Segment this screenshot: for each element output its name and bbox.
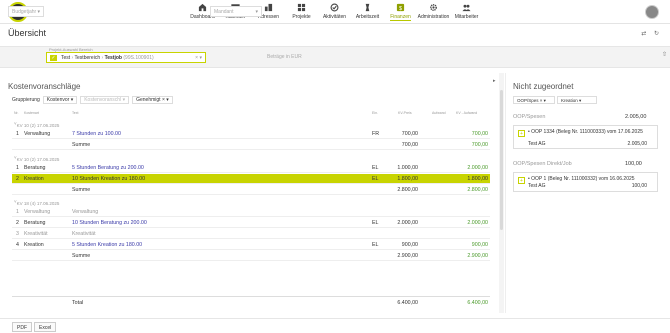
pin-icon[interactable]: ⇧ — [662, 51, 667, 58]
top-navigation: T Dashboard Kalender Adressen Projekte A… — [0, 0, 670, 24]
chevron-down-icon: ▾ — [255, 9, 258, 15]
unassigned-title: Nicht zugeordnet — [513, 82, 574, 91]
kv-select[interactable]: Kostenvoranschl ▾ — [80, 95, 130, 104]
currency-note: Beträge in EUR — [267, 54, 302, 60]
chevron-down-icon: ▾ — [37, 9, 40, 15]
table-row[interactable]: 3 Kreativität Kreativität — [12, 229, 490, 239]
checkbox[interactable]: + — [518, 177, 525, 184]
table-row[interactable]: 1 Beratung 5 Stunden Beratung zu 200.00 … — [12, 163, 490, 173]
item-title: • OOP 1334 (Beleg Nr. 111000333) vom 17.… — [528, 129, 643, 135]
oop-direct-section-header: OOP/Spesen Direkt/Job 100,00 — [513, 161, 642, 167]
cost-type-select[interactable]: OOP/Spes × ▾ — [513, 96, 555, 104]
total-row: Total 6.400,00 6.400,00 — [72, 300, 488, 306]
nav-projekte[interactable]: Projekte — [285, 2, 318, 23]
grouping-bar: Gruppierung Kostenvor ▾ Kostenvoranschl … — [12, 95, 173, 104]
scrollbar-thumb[interactable] — [500, 90, 503, 230]
clear-chevron-icon[interactable]: × ▾ — [195, 55, 202, 61]
table-row[interactable]: 1 Verwaltung 7 Stunden zu 100.00 FR 700,… — [12, 129, 490, 139]
collapse-arrow-icon[interactable]: ▸ — [493, 78, 496, 84]
oop-section-header: OOP/Spesen 2.005,00 — [513, 114, 647, 120]
pdf-button[interactable]: PDF — [12, 322, 32, 332]
total-divider — [12, 296, 490, 297]
address-icon — [264, 3, 273, 12]
employees-icon — [462, 4, 471, 12]
nav-arbeitszeit[interactable]: Arbeitszeit — [351, 2, 384, 23]
activities-icon — [330, 3, 339, 12]
group-header[interactable]: ˅ KV 10 (2) 17.06.2025 — [12, 153, 490, 163]
table-row[interactable]: 4 Kreation 5 Stunden Kreation zu 180.00 … — [12, 240, 490, 250]
project-select[interactable]: ✓ Test › Testbereich › Testjob (99S.1009… — [46, 52, 206, 63]
excel-button[interactable]: Excel — [34, 322, 57, 332]
kv-panel-title: Kostenvoranschläge — [8, 82, 81, 91]
page-actions[interactable]: ⇄ ↻ — [641, 30, 662, 37]
table-row[interactable]: 2 Beratung 10 Stunden Beratung zu 200.00… — [12, 218, 490, 228]
check-icon: ✓ — [50, 55, 57, 61]
group-header[interactable]: ˅ KV 18 (4) 17.06.2025 — [12, 197, 490, 207]
unassigned-panel — [505, 73, 663, 313]
user-avatar[interactable] — [645, 5, 659, 19]
status-select[interactable]: Genehmigt × ▾ — [132, 95, 173, 104]
summe-row: Summe 700,00 700,00 — [12, 140, 490, 150]
svg-text:$: $ — [399, 6, 402, 12]
worktime-icon — [365, 3, 370, 12]
group-header[interactable]: ˅ KV 10 (2) 17.06.2025 — [12, 119, 490, 129]
nav-administration[interactable]: Administration — [417, 2, 450, 23]
mandant-select[interactable]: Mandant ▾ — [210, 6, 262, 17]
finance-icon: $ — [396, 3, 405, 12]
nav-aktivitaeten[interactable]: Aktivitäten — [318, 2, 351, 23]
table-header: Nr. Kostenart Text Ein. KV-Preis Aufwand… — [14, 111, 478, 115]
item-title: • OOP 1 (Beleg Nr. 111000332) vom 16.06.… — [528, 176, 635, 182]
budgetjahr-select[interactable]: Budgetjahr ▾ — [8, 6, 44, 17]
projects-icon — [297, 3, 306, 12]
table-row[interactable]: 1 Verwaltung Verwaltung — [12, 207, 490, 217]
grouping-select[interactable]: Kostenvor ▾ — [42, 95, 78, 104]
unassigned-item[interactable]: + • OOP 1 (Beleg Nr. 111000332) vom 16.0… — [513, 172, 658, 192]
summe-row: Summe 2.800,00 2.800,00 — [12, 185, 490, 195]
summe-row: Summe 2.900,00 2.900,00 — [12, 251, 490, 261]
checkbox[interactable]: + — [518, 130, 525, 137]
page-title: Übersicht — [8, 28, 47, 38]
dashboard-icon — [198, 3, 207, 12]
footer-bar — [0, 318, 670, 333]
admin-icon — [430, 4, 437, 11]
unassigned-item[interactable]: + • OOP 1334 (Beleg Nr. 111000333) vom 1… — [513, 125, 658, 149]
table-row-selected[interactable]: 2 Kreation 10 Stunden Kreation zu 180.00… — [12, 174, 490, 184]
category-select[interactable]: Kreation ▾ — [557, 96, 597, 104]
nav-mitarbeiter[interactable]: Mitarbeiter — [450, 2, 483, 23]
nav-finanzen[interactable]: $ Finanzen — [384, 2, 417, 23]
